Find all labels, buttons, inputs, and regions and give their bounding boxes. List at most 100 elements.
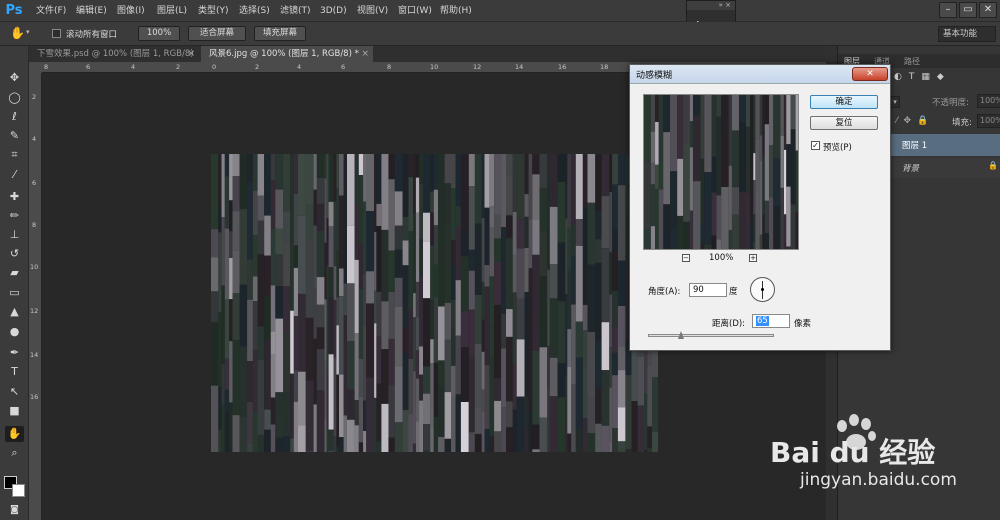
- fill-input[interactable]: 100%: [977, 114, 1000, 128]
- vertical-ruler[interactable]: 2 4 6 8 10 12 14 16: [29, 73, 42, 520]
- menu-help[interactable]: 帮助(H): [440, 0, 472, 22]
- fill-label: 填充:: [952, 118, 972, 128]
- preview-zoom-level: 100%: [709, 253, 734, 263]
- distance-value: 65: [756, 316, 769, 326]
- menu-type[interactable]: 类型(Y): [198, 0, 229, 22]
- quick-select-tool-icon[interactable]: ✎: [5, 128, 24, 144]
- layer-name: 图层 1: [902, 141, 928, 151]
- motion-blur-dialog: 动感模糊 ✕ − 100% + 确定 复位 ✓ 预览(P) 角度(A): 90 …: [629, 64, 891, 351]
- close-button[interactable]: ✕: [979, 2, 997, 18]
- ok-button[interactable]: 确定: [810, 95, 878, 109]
- ruler-tick: 4: [131, 63, 136, 71]
- gradient-tool-icon[interactable]: ▭: [5, 285, 24, 301]
- menu-window[interactable]: 窗口(W): [398, 0, 432, 22]
- document-tabs: 下雪效果.psd @ 100% (图层 1, RGB/8) × 风景6.jpg …: [29, 46, 837, 62]
- ruler-tick: 14: [30, 351, 39, 359]
- watermark-url: jingyan.baidu.com: [800, 470, 957, 490]
- angle-dial[interactable]: [750, 277, 775, 302]
- angle-unit: 度: [729, 287, 738, 297]
- distance-unit: 像素: [794, 319, 812, 329]
- layer-name: 背景: [902, 164, 920, 174]
- ruler-tick: 12: [30, 307, 39, 315]
- ruler-tick: 0: [212, 63, 217, 71]
- quick-mask-icon[interactable]: ◙: [5, 502, 24, 518]
- ruler-tick: 14: [515, 63, 524, 71]
- fit-screen-button[interactable]: 适合屏幕: [188, 26, 246, 41]
- path-select-tool-icon[interactable]: ↖: [5, 384, 24, 400]
- clone-stamp-tool-icon[interactable]: ⊥: [5, 227, 24, 243]
- tab-label: 风景6.jpg @ 100% (图层 1, RGB/8) *: [209, 49, 359, 59]
- tab-close-icon[interactable]: ×: [187, 46, 195, 62]
- tool-preset-arrow-icon[interactable]: ▾: [26, 28, 30, 36]
- lock-icon: 🔒: [988, 161, 998, 170]
- options-bar: ✋ ▾ 滚动所有窗口 100% 适合屏幕 填充屏幕 基本功能: [0, 22, 1000, 46]
- zoom-in-button[interactable]: +: [749, 254, 757, 262]
- layer-filter-icons[interactable]: ◐T▦◆: [894, 72, 951, 82]
- ruler-tick: 10: [30, 263, 39, 271]
- minimize-button[interactable]: –: [939, 2, 957, 18]
- blend-mode-arrow-icon[interactable]: ▾: [890, 96, 900, 108]
- dodge-tool-icon[interactable]: ●: [5, 324, 24, 340]
- menu-3d[interactable]: 3D(D): [320, 0, 347, 22]
- background-color-swatch[interactable]: [12, 484, 25, 497]
- eyedropper-tool-icon[interactable]: ⁄: [5, 167, 24, 183]
- menu-edit[interactable]: 编辑(E): [76, 0, 107, 22]
- shape-tool-icon[interactable]: ■: [5, 403, 24, 419]
- reset-button[interactable]: 复位: [810, 116, 878, 130]
- motion-blurred-image[interactable]: [211, 154, 658, 452]
- tab-snow-effect[interactable]: 下雪效果.psd @ 100% (图层 1, RGB/8) ×: [29, 46, 199, 62]
- blur-tool-icon[interactable]: ▲: [5, 304, 24, 320]
- menu-file[interactable]: 文件(F): [36, 0, 66, 22]
- ruler-tick: 2: [255, 63, 260, 71]
- eraser-tool-icon[interactable]: ▰: [5, 265, 24, 281]
- window-controls: – ▭ ✕: [938, 0, 1000, 22]
- watermark-brand: Bai du 经验: [770, 436, 935, 469]
- tools-panel: ✥ ◯ ℓ ✎ ⌗ ⁄ ✚ ✏ ⊥ ↺ ▰ ▭ ▲ ● ✒ T ↖ ■ ✋ ⌕ …: [0, 46, 29, 520]
- type-tool-icon[interactable]: T: [5, 364, 24, 380]
- crop-tool-icon[interactable]: ⌗: [5, 147, 24, 163]
- dialog-titlebar[interactable]: 动感模糊: [630, 65, 890, 84]
- zoom-tool-icon[interactable]: ⌕: [5, 445, 24, 461]
- brush-tool-icon[interactable]: ✏: [5, 208, 24, 224]
- healing-brush-tool-icon[interactable]: ✚: [5, 189, 24, 205]
- zoom-100-button[interactable]: 100%: [138, 26, 180, 41]
- menu-image[interactable]: 图像(I): [117, 0, 145, 22]
- distance-slider[interactable]: [648, 334, 774, 337]
- angle-dial-center: [761, 288, 764, 291]
- layer-row[interactable]: 背景 🔒: [890, 158, 1000, 178]
- lasso-tool-icon[interactable]: ℓ: [5, 109, 24, 125]
- dialog-close-button[interactable]: ✕: [852, 67, 888, 81]
- lock-icons[interactable]: ⁄✥🔒: [896, 116, 934, 126]
- scroll-all-windows-checkbox[interactable]: [52, 29, 61, 38]
- move-tool-icon[interactable]: ✥: [5, 70, 24, 86]
- ruler-tick: 2: [32, 93, 37, 101]
- fill-screen-button[interactable]: 填充屏幕: [254, 26, 306, 41]
- menu-view[interactable]: 视图(V): [357, 0, 388, 22]
- opacity-input[interactable]: 100%: [977, 94, 1000, 108]
- workspace-select[interactable]: 基本功能: [938, 26, 996, 42]
- pen-tool-icon[interactable]: ✒: [5, 345, 24, 361]
- hand-tool-icon[interactable]: ✋: [10, 26, 25, 40]
- tab-close-icon[interactable]: ×: [361, 46, 369, 62]
- menu-select[interactable]: 选择(S): [239, 0, 270, 22]
- tab-landscape[interactable]: 风景6.jpg @ 100% (图层 1, RGB/8) * ×: [201, 46, 373, 62]
- ruler-tick: 4: [297, 63, 302, 71]
- angle-label: 角度(A):: [648, 287, 681, 297]
- zoom-out-button[interactable]: −: [682, 254, 690, 262]
- ruler-origin[interactable]: [29, 62, 42, 73]
- restore-button[interactable]: ▭: [959, 2, 977, 18]
- menu-filter[interactable]: 滤镜(T): [280, 0, 311, 22]
- preview-checkbox[interactable]: ✓: [811, 141, 820, 150]
- ruler-tick: 8: [32, 221, 37, 229]
- menu-bar: Ps 文件(F) 编辑(E) 图像(I) 图层(L) 类型(Y) 选择(S) 滤…: [0, 0, 1000, 22]
- history-brush-tool-icon[interactable]: ↺: [5, 246, 24, 262]
- distance-input[interactable]: 65: [752, 314, 790, 328]
- angle-input[interactable]: 90: [689, 283, 727, 297]
- marquee-tool-icon[interactable]: ◯: [5, 90, 24, 106]
- layer-row-selected[interactable]: 图层 1: [890, 134, 1000, 156]
- hand-tool-icon[interactable]: ✋: [5, 426, 24, 442]
- menu-layer[interactable]: 图层(L): [157, 0, 187, 22]
- mini-panel-header: » ×: [687, 1, 735, 10]
- preview-window[interactable]: [643, 94, 799, 250]
- tab-paths[interactable]: 路径: [904, 56, 920, 67]
